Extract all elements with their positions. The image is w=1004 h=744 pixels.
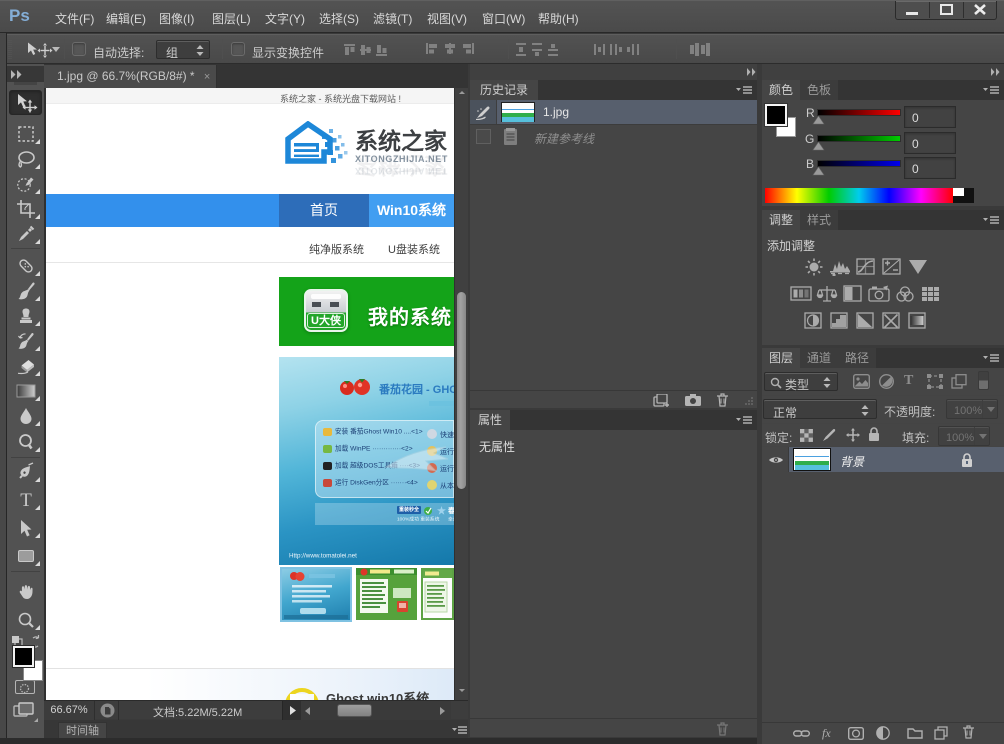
svg-text:T: T xyxy=(20,491,32,509)
